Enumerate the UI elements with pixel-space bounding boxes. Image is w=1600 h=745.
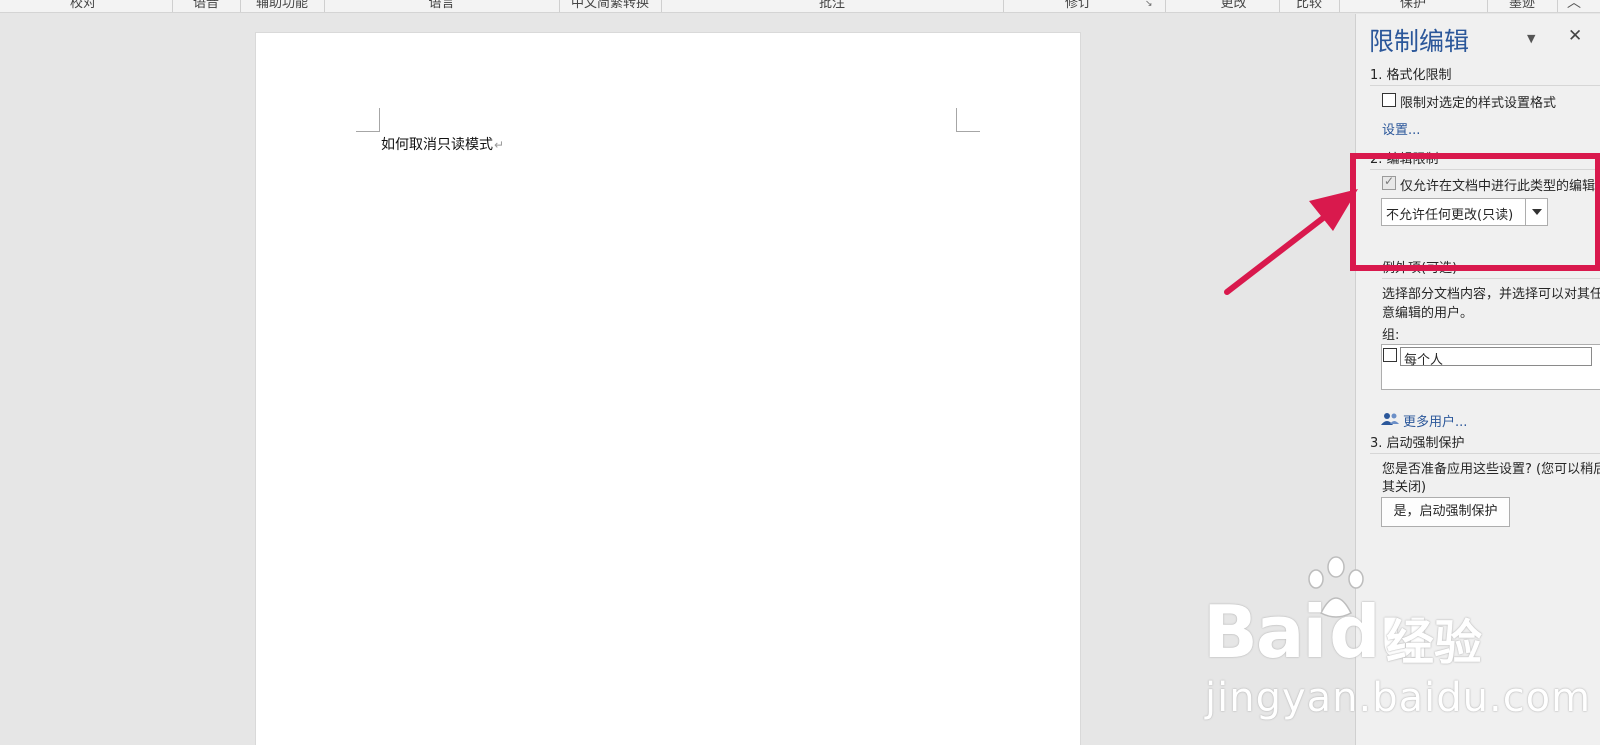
ribbon-group-labels: 校对 语音 辅助功能 语言 中文简繁转换 批注 修订 ↘ 更改 比较 保护 墨迹… [0, 0, 1600, 13]
exceptions-header: 例外项(可选) [1382, 257, 1600, 279]
editing-restriction-checkbox[interactable] [1382, 174, 1396, 190]
baidu-jingyan-watermark: Baidu 经验 jingyan.baidu.com [1203, 555, 1590, 735]
dialog-launcher-icon[interactable]: ↘ [1145, 0, 1153, 9]
ribbon-group-accessibility: 辅助功能 [255, 0, 308, 11]
ribbon-separator [1557, 0, 1558, 12]
ribbon-group-compare: 比较 [1295, 0, 1322, 11]
formatting-settings-link[interactable]: 设置... [1382, 119, 1420, 138]
paragraph-mark-icon: ↵ [494, 138, 505, 152]
watermark-jingyan: 经验 [1386, 615, 1483, 671]
groups-label: 组: [1382, 328, 1400, 343]
annotation-arrow-head [1309, 189, 1358, 231]
section-editing-header: 2. 编辑限制 [1370, 148, 1600, 170]
select-dropdown-arrow-icon[interactable] [1525, 199, 1547, 225]
editing-type-value: 不允许任何更改(只读) [1386, 208, 1514, 223]
enforcement-description-line2: 其关闭) [1382, 480, 1427, 495]
margin-corner-top-right [956, 108, 980, 132]
more-users-link[interactable]: 更多用户... [1403, 411, 1467, 430]
margin-corner-top-left [356, 108, 380, 132]
ribbon-group-chinese-conversion: 中文简繁转换 [570, 0, 649, 11]
group-item-label: 每个人 [1404, 353, 1444, 368]
watermark-url: jingyan.baidu.com [1205, 675, 1592, 721]
users-icon [1381, 413, 1399, 425]
formatting-restriction-checkbox[interactable] [1382, 93, 1396, 107]
ribbon-group-comments: 批注 [818, 0, 845, 11]
editing-restriction-label: 仅允许在文档中进行此类型的编辑 [1400, 179, 1596, 194]
annotation-arrow-shaft [1224, 202, 1343, 295]
pane-options-chevron-icon[interactable]: ▼ [1527, 32, 1535, 45]
everyone-checkbox[interactable] [1383, 348, 1397, 362]
editing-type-select[interactable]: 不允许任何更改(只读) [1381, 198, 1548, 226]
group-item-everyone[interactable]: 每个人 [1400, 347, 1592, 368]
document-paragraph: 如何取消只读模式 [381, 137, 493, 153]
document-body-text[interactable]: 如何取消只读模式↵ [381, 134, 504, 154]
ribbon-group-speech: 语音 [192, 0, 219, 11]
section-enforcement-header: 3. 启动强制保护 [1370, 432, 1600, 454]
groups-list[interactable]: 每个人 [1381, 344, 1600, 390]
ribbon-group-proofing: 校对 [69, 0, 96, 11]
ribbon-group-ink: 墨迹 [1508, 0, 1535, 11]
enforcement-description-line1: 您是否准备应用这些设置? (您可以稍后将 [1382, 462, 1600, 477]
exceptions-description-line1: 选择部分文档内容，并选择可以对其任 [1382, 287, 1600, 302]
ribbon-group-tracking: 修订 [1064, 0, 1091, 11]
section-formatting-header: 1. 格式化限制 [1370, 64, 1600, 86]
pane-close-icon[interactable]: ✕ [1568, 26, 1582, 46]
document-page[interactable]: 如何取消只读模式↵ [255, 32, 1081, 745]
ribbon-group-protect: 保护 [1399, 0, 1426, 11]
ribbon-group-language: 语言 [428, 0, 455, 11]
start-enforcing-protection-button[interactable]: 是，启动强制保护 [1381, 497, 1510, 527]
collapse-ribbon-icon[interactable]: ︿ [1567, 0, 1581, 11]
pane-title: 限制编辑 [1369, 27, 1470, 56]
formatting-restriction-label: 限制对选定的样式设置格式 [1400, 96, 1557, 111]
exceptions-description-line2: 意编辑的用户。 [1382, 306, 1474, 321]
